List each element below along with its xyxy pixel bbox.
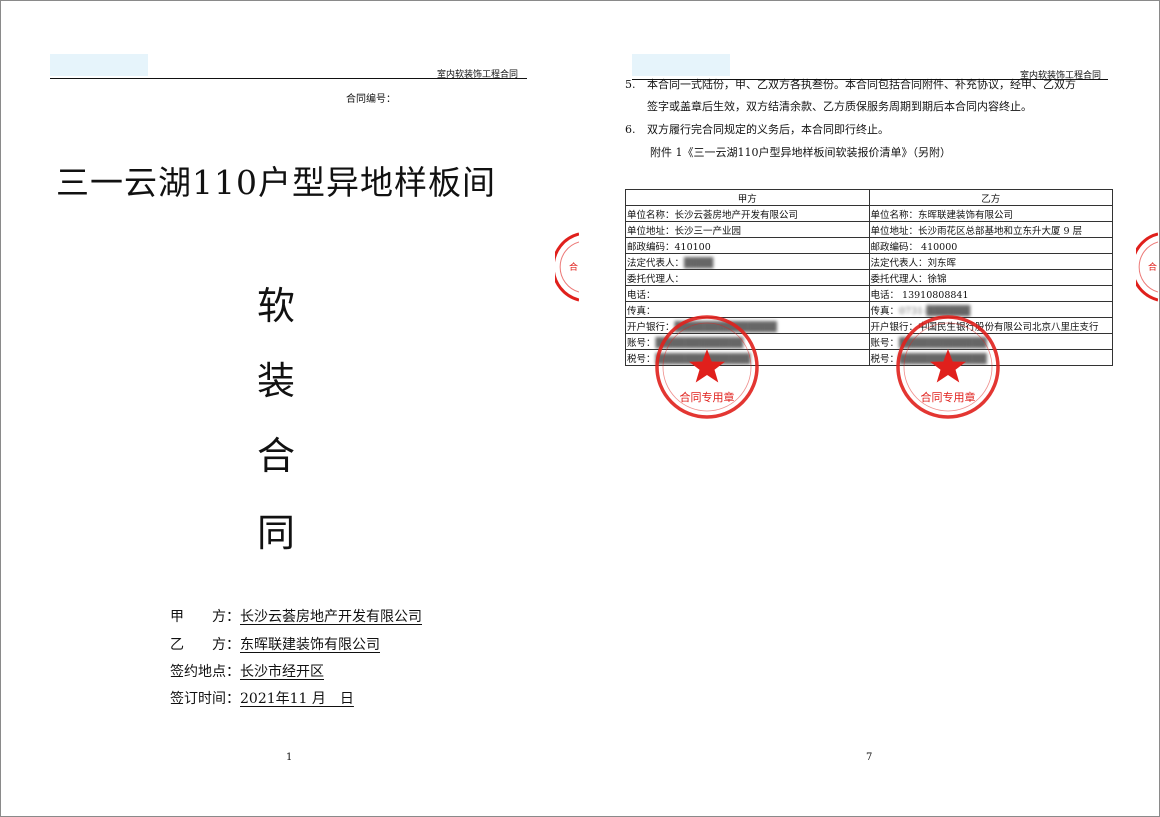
vertical-title-char: 同 <box>257 511 296 555</box>
table-cell: 电话： <box>625 285 870 302</box>
vertical-title-char: 软 <box>257 284 296 328</box>
table-row: 单位名称：长沙云荟房地产开发有限公司 单位名称：东晖联建装饰有限公司 <box>625 205 1113 222</box>
party-value: 长沙云荟房地产开发有限公司 <box>240 609 422 625</box>
page-number: 7 <box>866 752 873 763</box>
table-cell: 委托代理人：徐锦 <box>868 269 1113 286</box>
clause-6-text: 双方履行完合同规定的义务后，本合同即行终止。 <box>647 123 889 136</box>
table-row: 邮政编码：410100 邮政编码： 410000 <box>625 237 1113 254</box>
vertical-title-char: 合 <box>257 434 296 478</box>
seal-text: 合同专用章 <box>680 390 735 404</box>
clause-5-text: 本合同一式陆份，甲、乙双方各执叁份。本合同包括合同附件、补充协议，经甲、乙双方 <box>647 78 1076 91</box>
table-cell: 单位名称：长沙云荟房地产开发有限公司 <box>625 205 870 222</box>
table-cell: 委托代理人： <box>625 269 870 286</box>
company-seal-stamp: 合同专用章 <box>896 315 1000 419</box>
cell-label: 账号： <box>627 337 656 349</box>
party-label: 乙 方： <box>170 637 240 653</box>
clause-5-text-cont: 签字或盖章后生效，双方结清余款、乙方质保服务周期到期后本合同内容终止。 <box>647 100 1032 113</box>
table-cell: 单位名称：东晖联建装饰有限公司 <box>868 205 1113 222</box>
party-b-row: 乙 方：东晖联建装饰有限公司 <box>170 634 380 654</box>
vertical-title-char: 装 <box>257 359 296 403</box>
svg-text:合: 合 <box>1148 261 1157 273</box>
page-number: 1 <box>286 752 293 763</box>
party-a-header: 甲方 <box>625 189 870 206</box>
party-b-header: 乙方 <box>868 189 1113 206</box>
signing-place-row: 签约地点：长沙市经开区 <box>170 661 324 681</box>
party-label: 签约地点： <box>170 664 240 680</box>
party-label: 甲 方： <box>170 609 240 625</box>
partial-seal-stamp: 合 <box>555 232 579 302</box>
party-value: 长沙市经开区 <box>240 664 324 680</box>
svg-text:合: 合 <box>569 261 578 273</box>
attachment-line: 附件 1《三一云湖110户型异地样板间软装报价清单》（另附） <box>650 146 951 159</box>
table-row: 法定代表人：████ 法定代表人：刘东晖 <box>625 253 1113 270</box>
table-cell: 单位地址：长沙三一产业园 <box>625 221 870 238</box>
clause-5-number: 5. <box>625 78 636 91</box>
party-value: 东晖联建装饰有限公司 <box>240 637 380 653</box>
table-cell: 邮政编码：410100 <box>625 237 870 254</box>
header-tab <box>50 54 148 76</box>
seal-text: 合同专用章 <box>921 390 976 404</box>
cell-label: 法定代表人： <box>627 257 685 269</box>
party-value: 2021年11 月 日 <box>240 691 354 707</box>
party-label: 签订时间： <box>170 691 240 707</box>
party-a-row: 甲 方：长沙云荟房地产开发有限公司 <box>170 606 422 626</box>
company-seal-stamp: 合同专用章 <box>655 315 759 419</box>
redacted-text: ████ <box>684 257 714 269</box>
table-header-row: 甲方 乙方 <box>625 189 1113 206</box>
table-cell: 法定代表人：刘东晖 <box>868 253 1113 270</box>
table-cell: 法定代表人：████ <box>625 253 870 270</box>
header-rule <box>50 78 527 79</box>
signing-date-row: 签订时间：2021年11 月 日 <box>170 688 354 708</box>
table-row: 委托代理人： 委托代理人：徐锦 <box>625 269 1113 286</box>
header-tab <box>632 54 730 76</box>
document-title: 三一云湖110户型异地样板间 <box>56 163 496 202</box>
table-row: 电话： 电话： 13910808841 <box>625 285 1113 302</box>
table-cell: 单位地址：长沙雨花区总部基地和立东升大厦 9 层 <box>868 221 1113 238</box>
document-page-1: 室内软装饰工程合同 合同编号： 三一云湖110户型异地样板间 软 装 合 同 甲… <box>0 0 579 817</box>
table-cell: 邮政编码： 410000 <box>868 237 1113 254</box>
table-row: 单位地址：长沙三一产业园 单位地址：长沙雨花区总部基地和立东升大厦 9 层 <box>625 221 1113 238</box>
cell-label: 税号： <box>627 353 656 365</box>
table-cell: 电话： 13910808841 <box>868 285 1113 302</box>
clause-6-number: 6. <box>625 123 636 136</box>
contract-number-label: 合同编号： <box>346 94 396 105</box>
partial-seal-stamp: 合 <box>1136 232 1158 302</box>
